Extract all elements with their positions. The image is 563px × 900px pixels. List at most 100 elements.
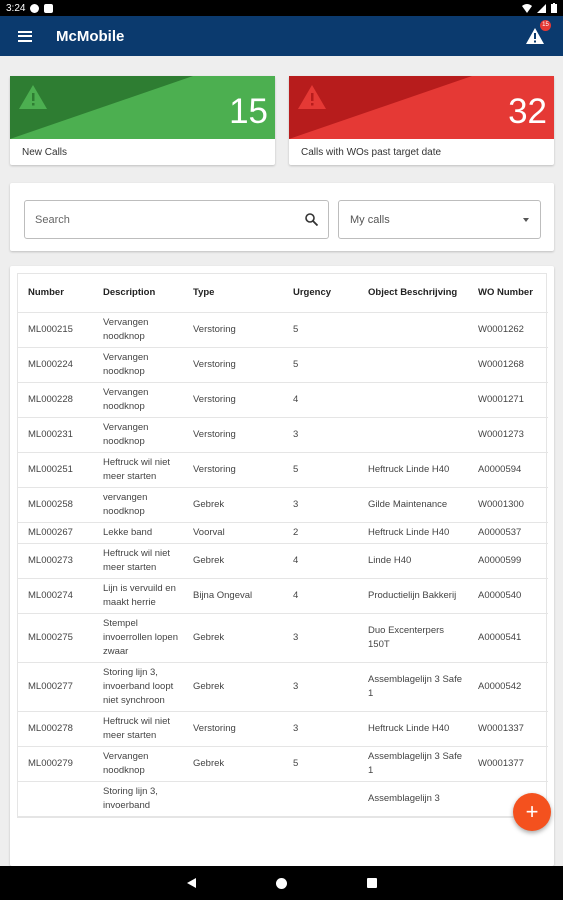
cell-number: ML000267 [18,522,93,544]
cell-urgency: 3 [283,487,358,523]
column-header-number[interactable]: Number [18,274,93,313]
status-bar: 3:24 [0,0,563,16]
table-row[interactable]: ML000275 Stempel invoerrollen lopen zwaar… [18,613,548,663]
status-time: 3:24 [6,2,26,14]
cell-type: Verstoring [183,711,283,747]
cell-number: ML000251 [18,452,93,488]
cell-object: Assemblagelijn 3 [358,781,468,817]
cell-number: ML000274 [18,578,93,614]
calls-filter-select[interactable]: My calls [338,200,541,239]
search-icon[interactable] [305,213,318,226]
cell-wo-number: A0000594 [468,452,548,488]
table-row[interactable]: ML000277 Storing lijn 3, invoerband loopt… [18,662,548,712]
cell-description: Heftruck wil niet meer starten [93,543,183,579]
cell-object: Assemblagelijn 3 Safe 1 [358,662,468,712]
column-header-object[interactable]: Object Beschrijving [358,274,468,313]
cell-urgency: 3 [283,711,358,747]
cell-type: Gebrek [183,487,283,523]
table-row[interactable]: ML000278 Heftruck wil niet meer starten Ve… [18,711,548,747]
add-call-button[interactable]: + [513,793,551,831]
cell-type [183,781,283,817]
calls-table-card: Number Description Type Urgency Object Besch… [10,266,554,866]
cell-object: Assemblagelijn 3 Safe 1 [358,746,468,782]
cell-number: ML000228 [18,382,93,418]
cell-description: Stempel invoerrollen lopen zwaar [93,613,183,663]
cell-type: Verstoring [183,382,283,418]
cell-description: vervangen noodknop [93,487,183,523]
table-row[interactable]: Storing lijn 3, invoerband Assemblagelijn… [18,781,548,817]
cell-object [358,382,468,418]
cell-description: Heftruck wil niet meer starten [93,711,183,747]
cell-urgency: 5 [283,347,358,383]
table-row[interactable]: ML000231 Vervangen noodknop Verstoring 3 W00… [18,417,548,453]
column-header-urgency[interactable]: Urgency [283,274,358,313]
cell-object [358,417,468,453]
cell-urgency: 5 [283,452,358,488]
alerts-button[interactable]: 15 [525,20,551,46]
cell-description: Vervangen noodknop [93,382,183,418]
table-row[interactable]: ML000273 Heftruck wil niet meer starten Ge… [18,543,548,579]
cell-description: Storing lijn 3, invoerband loopt niet sy… [93,662,183,712]
cell-description: Vervangen noodknop [93,746,183,782]
app-title: McMobile [56,27,125,45]
cell-urgency: 4 [283,543,358,579]
overdue-calls-card[interactable]: 32 Calls with WOs past target date [289,76,554,165]
cell-object: Productielijn Bakkerij [358,578,468,614]
cell-number: ML000273 [18,543,93,579]
cell-wo-number: W0001271 [468,382,548,418]
column-header-type[interactable]: Type [183,274,283,313]
cell-urgency: 3 [283,613,358,663]
cell-type: Verstoring [183,312,283,348]
cell-wo-number: W0001262 [468,312,548,348]
table-row[interactable]: ML000224 Vervangen noodknop Verstoring 5 W00… [18,347,548,383]
table-row[interactable]: ML000251 Heftruck wil niet meer starten Ve… [18,452,548,488]
table-row[interactable]: ML000267 Lekke band Voorval 2 Heftruck Linde… [18,522,548,544]
cell-wo-number: A0000599 [468,543,548,579]
table-row[interactable]: ML000279 Vervangen noodknop Gebrek 5 Assembl… [18,746,548,782]
cell-object: Duo Excenterpers 150T [358,613,468,663]
cell-wo-number: W0001337 [468,711,548,747]
cell-wo-number: W0001268 [468,347,548,383]
cell-urgency: 3 [283,417,358,453]
column-header-wo-number[interactable]: WO Number [468,274,548,313]
cell-type: Verstoring [183,417,283,453]
cell-object: Gilde Maintenance [358,487,468,523]
table-row[interactable]: ML000228 Vervangen noodknop Verstoring 4 W00… [18,382,548,418]
cell-number: ML000275 [18,613,93,663]
cell-urgency [283,781,358,817]
cell-type: Gebrek [183,662,283,712]
cell-urgency: 5 [283,746,358,782]
cell-number [18,781,93,817]
cell-object: Heftruck Linde H40 [358,522,468,544]
search-input[interactable] [35,213,305,226]
table-row[interactable]: ML000274 Lijn is vervuild en maakt herrie… [18,578,548,614]
recent-apps-icon[interactable] [366,878,377,888]
table-header-row: Number Description Type Urgency Object Besch… [18,274,548,313]
cell-description: Vervangen noodknop [93,417,183,453]
cell-type: Verstoring [183,347,283,383]
cell-urgency: 4 [283,578,358,614]
cell-wo-number: W0001300 [468,487,548,523]
cell-description: Lekke band [93,522,183,544]
search-field[interactable] [24,200,329,239]
cell-object: Linde H40 [358,543,468,579]
new-calls-card[interactable]: 15 New Calls [10,76,275,165]
cell-wo-number: A0000542 [468,662,548,712]
filter-card: My calls [10,183,554,251]
cell-wo-number: A0000537 [468,522,548,544]
cell-description: Vervangen noodknop [93,312,183,348]
menu-icon[interactable] [18,30,32,42]
app-bar: McMobile 15 [0,16,563,56]
cell-type: Gebrek [183,746,283,782]
table-row[interactable]: ML000258 vervangen noodknop Gebrek 3 Gilde M… [18,487,548,523]
battery-icon [551,3,557,13]
cell-number: ML000279 [18,746,93,782]
back-icon[interactable] [186,878,196,888]
column-header-description[interactable]: Description [93,274,183,313]
cell-number: ML000231 [18,417,93,453]
home-icon[interactable] [275,877,287,889]
cell-type: Voorval [183,522,283,544]
notification-badge: 15 [540,20,551,31]
cell-wo-number: W0001273 [468,417,548,453]
table-row[interactable]: ML000215 Vervangen noodknop Verstoring 5 W00… [18,312,548,348]
